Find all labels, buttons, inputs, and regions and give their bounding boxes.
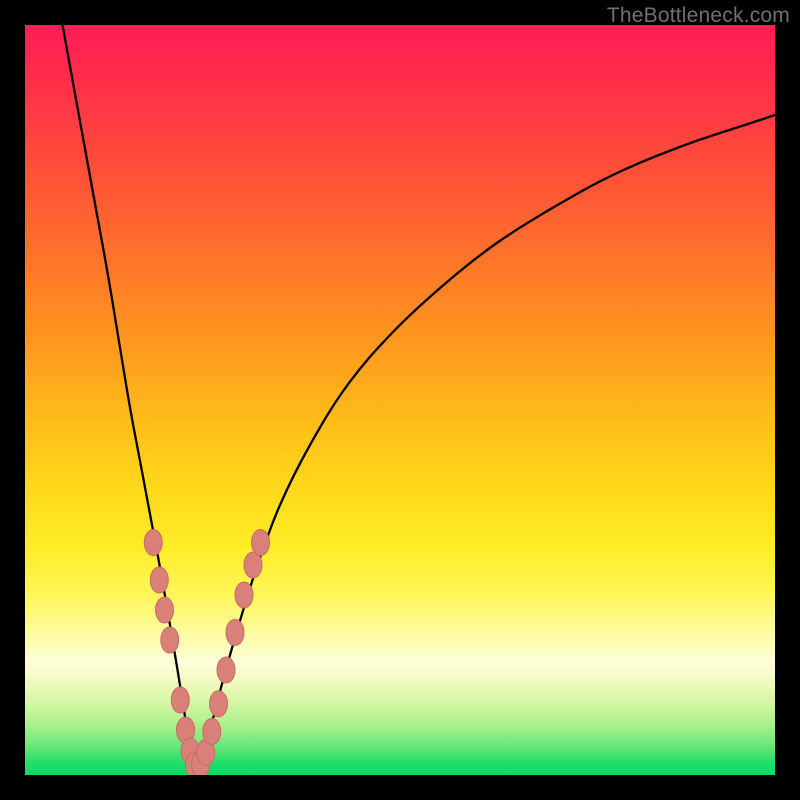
- chart-frame: TheBottleneck.com: [0, 0, 800, 800]
- sample-marker: [150, 567, 168, 593]
- sample-marker: [203, 719, 221, 745]
- sample-marker: [235, 582, 253, 608]
- bottleneck-curve: [63, 25, 776, 769]
- sample-marker: [171, 687, 189, 713]
- sample-marker: [161, 627, 179, 653]
- curve-layer: [25, 25, 775, 775]
- sample-marker: [210, 691, 228, 717]
- plot-area: [25, 25, 775, 775]
- sample-marker: [156, 597, 174, 623]
- sample-marker: [144, 530, 162, 556]
- sample-marker: [217, 657, 235, 683]
- sample-marker: [226, 620, 244, 646]
- watermark-text: TheBottleneck.com: [607, 4, 790, 28]
- sample-marker: [252, 530, 270, 556]
